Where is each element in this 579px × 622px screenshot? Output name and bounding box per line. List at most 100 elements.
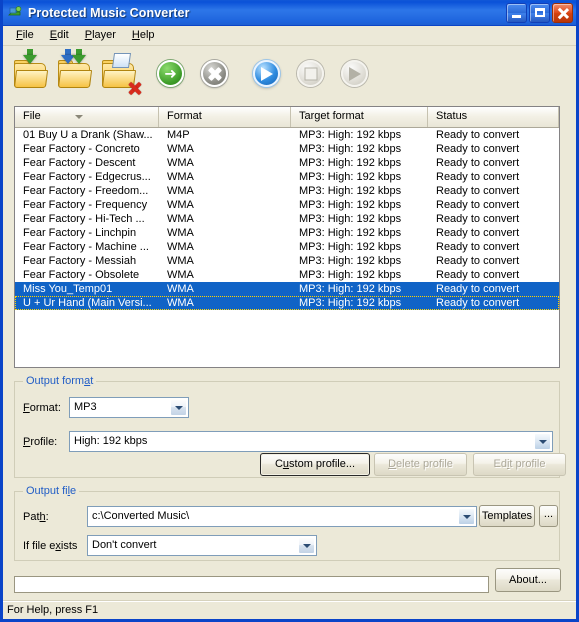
- table-row[interactable]: 01 Buy U a Drank (Shaw... M4P MP3: High: 1…: [15, 128, 559, 142]
- title-bar: Protected Music Converter: [3, 0, 576, 26]
- cell-file: Fear Factory - Frequency: [23, 199, 148, 211]
- sort-descending-icon: [75, 115, 83, 119]
- browse-button[interactable]: ...: [539, 505, 558, 527]
- cell-format: WMA: [167, 269, 194, 281]
- chevron-down-icon[interactable]: [534, 433, 551, 450]
- cell-target: MP3: High: 192 kbps: [299, 129, 402, 141]
- cell-status: Ready to convert: [436, 269, 520, 281]
- cell-status: Ready to convert: [436, 213, 520, 225]
- add-folder-icon[interactable]: [54, 49, 98, 95]
- table-row[interactable]: Fear Factory - Concreto WMA MP3: High: 192…: [15, 142, 559, 156]
- chevron-down-icon[interactable]: [458, 508, 475, 525]
- output-file-legend: Output file: [23, 485, 80, 497]
- table-row[interactable]: Miss You_Temp01 WMA MP3: High: 192 kbps Rea…: [15, 282, 559, 296]
- cell-target: MP3: High: 192 kbps: [299, 199, 402, 211]
- chevron-down-icon[interactable]: [298, 537, 315, 554]
- column-header-format[interactable]: Format: [159, 107, 291, 127]
- cell-status: Ready to convert: [436, 241, 520, 253]
- remove-files-icon[interactable]: [98, 51, 142, 95]
- table-row[interactable]: Fear Factory - Machine ... WMA MP3: High: …: [15, 240, 559, 254]
- cell-format: WMA: [167, 185, 194, 197]
- path-input[interactable]: c:\Converted Music\: [87, 506, 477, 527]
- cell-file: U + Ur Hand (Main Versi...: [23, 297, 152, 309]
- status-bar: For Help, press F1: [3, 600, 576, 619]
- cell-status: Ready to convert: [436, 185, 520, 197]
- cancel-icon[interactable]: [194, 51, 238, 95]
- table-row[interactable]: Fear Factory - Freedom... WMA MP3: High: 1…: [15, 184, 559, 198]
- table-row[interactable]: Fear Factory - Messiah WMA MP3: High: 192 …: [15, 254, 559, 268]
- table-row[interactable]: Fear Factory - Linchpin WMA MP3: High: 192…: [15, 226, 559, 240]
- status-bar-text: For Help, press F1: [7, 604, 99, 616]
- custom-profile-button[interactable]: Custom profile...: [260, 453, 370, 476]
- cell-format: WMA: [167, 241, 194, 253]
- convert-icon[interactable]: ➜: [150, 51, 194, 95]
- menu-item-help[interactable]: Help: [124, 27, 163, 44]
- cell-format: WMA: [167, 255, 194, 267]
- cell-status: Ready to convert: [436, 255, 520, 267]
- table-row[interactable]: Fear Factory - Descent WMA MP3: High: 192 …: [15, 156, 559, 170]
- file-list-header: File Format Target format Status: [15, 107, 559, 128]
- cell-target: MP3: High: 192 kbps: [299, 185, 402, 197]
- application-window: Protected Music Converter File Edit Play…: [0, 0, 579, 622]
- menu-item-file[interactable]: File: [8, 27, 42, 44]
- cell-file: 01 Buy U a Drank (Shaw...: [23, 129, 153, 141]
- column-header-file[interactable]: File: [15, 107, 159, 127]
- format-label: Format:: [23, 402, 61, 414]
- cell-target: MP3: High: 192 kbps: [299, 171, 402, 183]
- cell-format: M4P: [167, 129, 190, 141]
- cell-status: Ready to convert: [436, 283, 520, 295]
- table-row[interactable]: U + Ur Hand (Main Versi... WMA MP3: High: …: [15, 296, 559, 310]
- add-files-icon[interactable]: [10, 49, 54, 95]
- cell-file: Fear Factory - Concreto: [23, 143, 140, 155]
- cell-status: Ready to convert: [436, 297, 520, 309]
- close-button[interactable]: [552, 2, 573, 23]
- about-button[interactable]: About...: [495, 568, 561, 592]
- cell-file: Fear Factory - Machine ...: [23, 241, 149, 253]
- column-header-target-format[interactable]: Target format: [291, 107, 428, 127]
- column-header-status[interactable]: Status: [428, 107, 559, 127]
- table-row[interactable]: Fear Factory - Frequency WMA MP3: High: 19…: [15, 198, 559, 212]
- cell-target: MP3: High: 192 kbps: [299, 255, 402, 267]
- cell-status: Ready to convert: [436, 227, 520, 239]
- format-select-value: MP3: [74, 401, 97, 413]
- toolbar: ➜: [3, 46, 576, 100]
- format-select[interactable]: MP3: [69, 397, 189, 418]
- cell-file: Miss You_Temp01: [23, 283, 113, 295]
- file-list-body[interactable]: 01 Buy U a Drank (Shaw... M4P MP3: High: 1…: [15, 128, 559, 310]
- cell-status: Ready to convert: [436, 129, 520, 141]
- cell-format: WMA: [167, 143, 194, 155]
- minimize-button[interactable]: [506, 2, 527, 23]
- profile-label: Profile:: [23, 436, 58, 448]
- cell-format: WMA: [167, 227, 194, 239]
- templates-button[interactable]: Templates: [479, 505, 535, 527]
- output-format-legend: Output format: [23, 375, 97, 387]
- menu-item-edit[interactable]: Edit: [42, 27, 77, 44]
- table-row[interactable]: Fear Factory - Edgecrus... WMA MP3: High: …: [15, 170, 559, 184]
- menu-bar: File Edit Player Help: [3, 26, 576, 46]
- if-file-exists-label: If file exists: [23, 540, 78, 552]
- window-controls: [506, 2, 574, 23]
- profile-select-value: High: 192 kbps: [74, 435, 148, 447]
- if-file-exists-select[interactable]: Don't convert: [87, 535, 317, 556]
- cell-target: MP3: High: 192 kbps: [299, 157, 402, 169]
- play-icon[interactable]: [246, 51, 290, 95]
- output-format-group: Output format Format: MP3 Profile: High:…: [14, 375, 566, 478]
- chevron-down-icon[interactable]: [170, 399, 187, 416]
- cell-target: MP3: High: 192 kbps: [299, 269, 402, 281]
- progress-bar: [14, 576, 489, 593]
- profile-select[interactable]: High: 192 kbps: [69, 431, 553, 452]
- menu-item-player[interactable]: Player: [77, 27, 124, 44]
- table-row[interactable]: Fear Factory - Hi-Tech ... WMA MP3: High: …: [15, 212, 559, 226]
- cell-format: WMA: [167, 157, 194, 169]
- edit-profile-button: Edit profile: [473, 453, 566, 476]
- table-row[interactable]: Fear Factory - Obsolete WMA MP3: High: 192…: [15, 268, 559, 282]
- cell-status: Ready to convert: [436, 199, 520, 211]
- cell-target: MP3: High: 192 kbps: [299, 241, 402, 253]
- path-input-value: c:\Converted Music\: [92, 510, 190, 522]
- cell-target: MP3: High: 192 kbps: [299, 213, 402, 225]
- cell-file: Fear Factory - Obsolete: [23, 269, 140, 281]
- cell-status: Ready to convert: [436, 171, 520, 183]
- cell-file: Fear Factory - Linchpin: [23, 227, 137, 239]
- maximize-button[interactable]: [529, 2, 550, 23]
- file-list[interactable]: File Format Target format Status 01 Buy …: [14, 106, 560, 368]
